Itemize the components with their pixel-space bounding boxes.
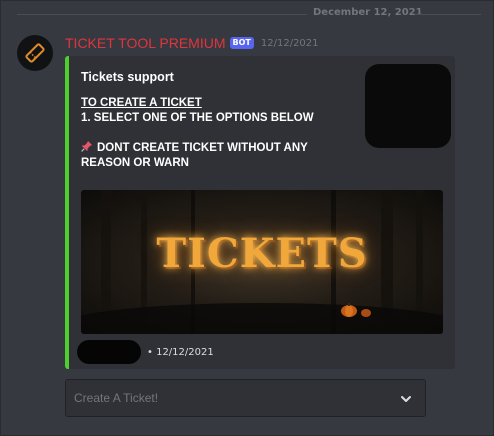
embed-footer: • 12/12/2021 (77, 340, 214, 364)
instruction-step: 1. SELECT ONE OF THE OPTIONS BELOW (81, 112, 314, 124)
select-placeholder: Create A Ticket! (74, 391, 159, 405)
pushpin-icon (81, 141, 92, 152)
banner-text: TICKETS (156, 230, 368, 277)
divider-line-right (415, 14, 481, 15)
create-ticket-select[interactable]: Create A Ticket! (65, 379, 426, 417)
chat-window: December 12, 2021 TICKET TOOL PREMIUM BO… (0, 0, 494, 436)
embed: Tickets support TO CREATE A TICKET 1. SE… (65, 56, 455, 369)
embed-image[interactable]: TICKETS (81, 190, 443, 334)
date-divider-text: December 12, 2021 (313, 7, 423, 18)
divider-line-left (17, 14, 307, 15)
warning-line: DONT CREATE TICKET WITHOUT ANY REASON OR… (81, 140, 351, 171)
embed-description: TO CREATE A TICKET 1. SELECT ONE OF THE … (81, 96, 351, 171)
date-divider: December 12, 2021 (1, 1, 494, 29)
warning-text: DONT CREATE TICKET WITHOUT ANY REASON OR… (81, 142, 308, 169)
embed-thumbnail[interactable] (365, 64, 451, 148)
message-header: TICKET TOOL PREMIUM BOT 12/12/2021 (65, 34, 319, 52)
message-timestamp: 12/12/2021 (260, 37, 319, 49)
embed-title: Tickets support (81, 70, 174, 84)
avatar[interactable] (17, 35, 53, 71)
footer-text: • 12/12/2021 (147, 346, 214, 358)
username[interactable]: TICKET TOOL PREMIUM (65, 35, 226, 51)
bot-tag: BOT (229, 37, 254, 49)
ticket-icon (25, 43, 45, 63)
create-ticket-heading: TO CREATE A TICKET (81, 97, 202, 109)
footer-icon (77, 340, 141, 364)
chevron-down-icon (401, 396, 411, 402)
